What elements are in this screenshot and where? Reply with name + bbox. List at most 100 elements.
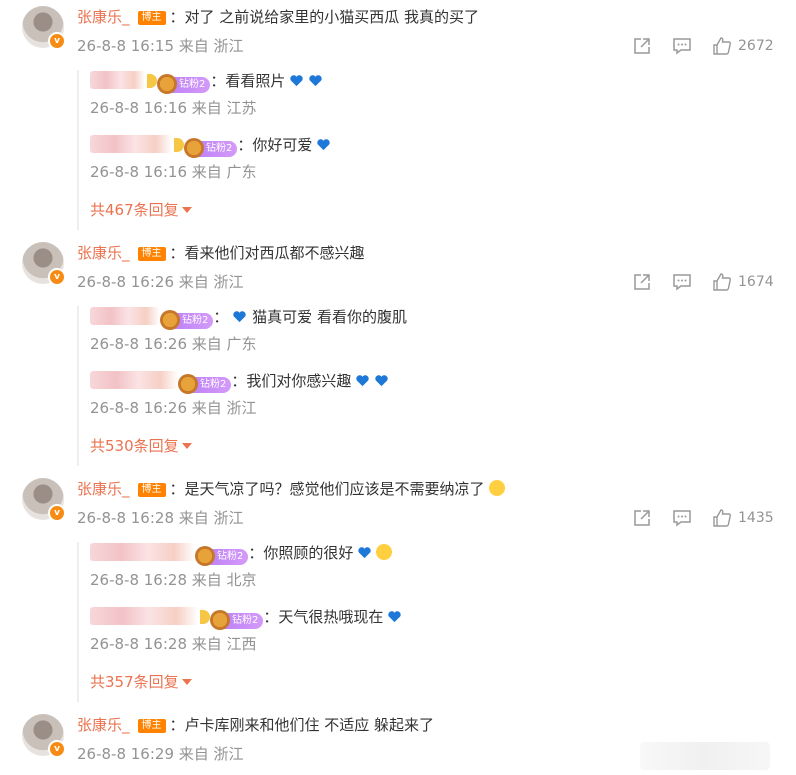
fan-badge: 钻粉2 — [195, 546, 249, 566]
comment-icon[interactable] — [672, 508, 692, 528]
share-icon[interactable] — [632, 36, 652, 56]
comment-text: ：看来他们对西瓜都不感兴趣 — [169, 244, 365, 262]
reply-2: 钻粉2 ：你好可爱 26-8-8 16:16 来自 广东 — [90, 134, 331, 182]
verified-icon: v — [48, 268, 66, 286]
blurred-username[interactable] — [90, 135, 172, 153]
like-count: 1674 — [738, 274, 774, 290]
reply-thread-bar — [77, 306, 79, 466]
reply-1: 钻粉2： 猫真可爱 看看你的腹肌 26-8-8 16:26 来自 广东 — [90, 307, 407, 353]
blurred-username[interactable] — [90, 543, 195, 561]
badge-icon — [200, 610, 210, 624]
comment-meta: 26-8-8 16:29 来自 浙江 — [77, 745, 244, 763]
reply-meta: 26-8-8 16:26 来自 浙江 — [90, 399, 257, 417]
author-badge: 博主 — [137, 483, 166, 497]
comment-meta: 26-8-8 16:15 来自 浙江 — [77, 37, 244, 55]
share-icon[interactable] — [632, 272, 652, 292]
author-badge: 博主 — [137, 719, 166, 733]
fan-badge: 钻粉2 — [160, 310, 214, 330]
comment-header: 张康乐_ 博主 ：看来他们对西瓜都不感兴趣 — [77, 242, 365, 264]
blue-heart-icon — [233, 311, 247, 323]
username-link[interactable]: 张康乐_ — [77, 716, 130, 734]
reply-text: ：你好可爱 — [237, 136, 313, 154]
blue-heart-icon — [375, 375, 389, 387]
blue-heart-icon — [358, 547, 372, 559]
more-replies-link[interactable]: 共357条回复 — [90, 672, 192, 692]
fan-level-icon — [160, 310, 180, 330]
reply-text: ：天气很热哦现在 — [263, 608, 384, 626]
party-face-emoji-icon — [376, 544, 393, 560]
reply-thread-bar — [77, 542, 79, 702]
comment-actions: 1674 — [632, 271, 774, 293]
more-replies-link[interactable]: 共530条回复 — [90, 436, 192, 456]
verified-icon: v — [48, 740, 66, 758]
avatar[interactable]: v — [22, 478, 66, 522]
blue-heart-icon — [290, 75, 304, 87]
share-icon[interactable] — [632, 508, 652, 528]
blurred-username[interactable] — [90, 71, 145, 89]
comment-icon[interactable] — [672, 272, 692, 292]
fan-level-icon — [184, 138, 204, 158]
avatar[interactable]: v — [22, 714, 66, 758]
reply-meta: 26-8-8 16:28 来自 江西 — [90, 635, 257, 653]
comment-header: 张康乐_ 博主 ：对了 之前说给家里的小猫买西瓜 我真的买了 — [77, 6, 479, 28]
author-badge: 博主 — [137, 11, 166, 25]
reply-meta: 26-8-8 16:26 来自 广东 — [90, 335, 257, 353]
fan-badge: 钻粉2 — [157, 74, 211, 94]
reply-2: 钻粉2 ：我们对你感兴趣 26-8-8 16:26 来自 浙江 — [90, 370, 389, 418]
reply-1: 钻粉2 ：你照顾的很好 26-8-8 16:28 来自 北京 — [90, 542, 393, 590]
blue-heart-icon — [388, 611, 402, 623]
fan-level-icon — [210, 610, 230, 630]
reply-text: 猫真可爱 看看你的腹肌 — [252, 308, 407, 326]
blurred-username[interactable] — [90, 307, 160, 325]
comment-text: ：是天气凉了吗？感觉他们应该是不需要纳凉了 — [169, 480, 485, 498]
fan-level-icon — [157, 74, 177, 94]
blurred-username[interactable] — [90, 371, 178, 389]
fan-badge: 钻粉2 — [178, 374, 232, 394]
blurred-watermark — [640, 742, 770, 770]
chevron-down-icon — [181, 679, 192, 685]
author-badge: 博主 — [137, 247, 166, 261]
chevron-down-icon — [181, 207, 192, 213]
comment-meta: 26-8-8 16:26 来自 浙江 — [77, 273, 244, 291]
blue-heart-icon — [317, 139, 331, 151]
fan-badge: 钻粉2 — [210, 610, 264, 630]
reply-1: 钻粉2 ：看看照片 26-8-8 16:16 来自 江苏 — [90, 70, 323, 118]
blue-heart-icon — [356, 375, 370, 387]
reply-meta: 26-8-8 16:28 来自 北京 — [90, 571, 257, 589]
cool-face-emoji-icon — [488, 480, 505, 496]
thumbs-up-icon[interactable] — [712, 508, 732, 528]
username-link[interactable]: 张康乐_ — [77, 244, 130, 262]
chevron-down-icon — [181, 443, 192, 449]
more-replies-link[interactable]: 共467条回复 — [90, 200, 192, 220]
badge-icon — [174, 138, 184, 152]
reply-meta: 26-8-8 16:16 来自 江苏 — [90, 99, 257, 117]
reply-text: ：你照顾的很好 — [248, 544, 354, 562]
verified-icon: v — [48, 504, 66, 522]
comment-header: 张康乐_ 博主 ：卢卡库刚来和他们住 不适应 躲起来了 — [77, 714, 434, 736]
comment-header: 张康乐_ 博主 ：是天气凉了吗？感觉他们应该是不需要纳凉了 — [77, 478, 505, 500]
comment-icon[interactable] — [672, 36, 692, 56]
thumbs-up-icon[interactable] — [712, 36, 732, 56]
thumbs-up-icon[interactable] — [712, 272, 732, 292]
fan-level-icon — [178, 374, 198, 394]
comment-meta: 26-8-8 16:28 来自 浙江 — [77, 509, 244, 527]
fan-level-icon — [195, 546, 215, 566]
like-count: 1435 — [738, 510, 774, 526]
blue-heart-icon — [309, 75, 323, 87]
avatar[interactable]: v — [22, 242, 66, 286]
comment-text: ：卢卡库刚来和他们住 不适应 躲起来了 — [169, 716, 435, 734]
reply-2: 钻粉2 ：天气很热哦现在 26-8-8 16:28 来自 江西 — [90, 606, 402, 654]
blurred-username[interactable] — [90, 607, 198, 625]
comment-actions: 1435 — [632, 507, 774, 529]
reply-meta: 26-8-8 16:16 来自 广东 — [90, 163, 257, 181]
username-link[interactable]: 张康乐_ — [77, 480, 130, 498]
reply-text: ：我们对你感兴趣 — [231, 372, 352, 390]
comment-actions: 2672 — [632, 35, 774, 57]
verified-icon: v — [48, 32, 66, 50]
fan-badge: 钻粉2 — [184, 138, 238, 158]
avatar[interactable]: v — [22, 6, 66, 50]
like-count: 2672 — [738, 38, 774, 54]
comment-text: ：对了 之前说给家里的小猫买西瓜 我真的买了 — [169, 8, 480, 26]
reply-text: ：看看照片 — [210, 72, 286, 90]
username-link[interactable]: 张康乐_ — [77, 8, 130, 26]
